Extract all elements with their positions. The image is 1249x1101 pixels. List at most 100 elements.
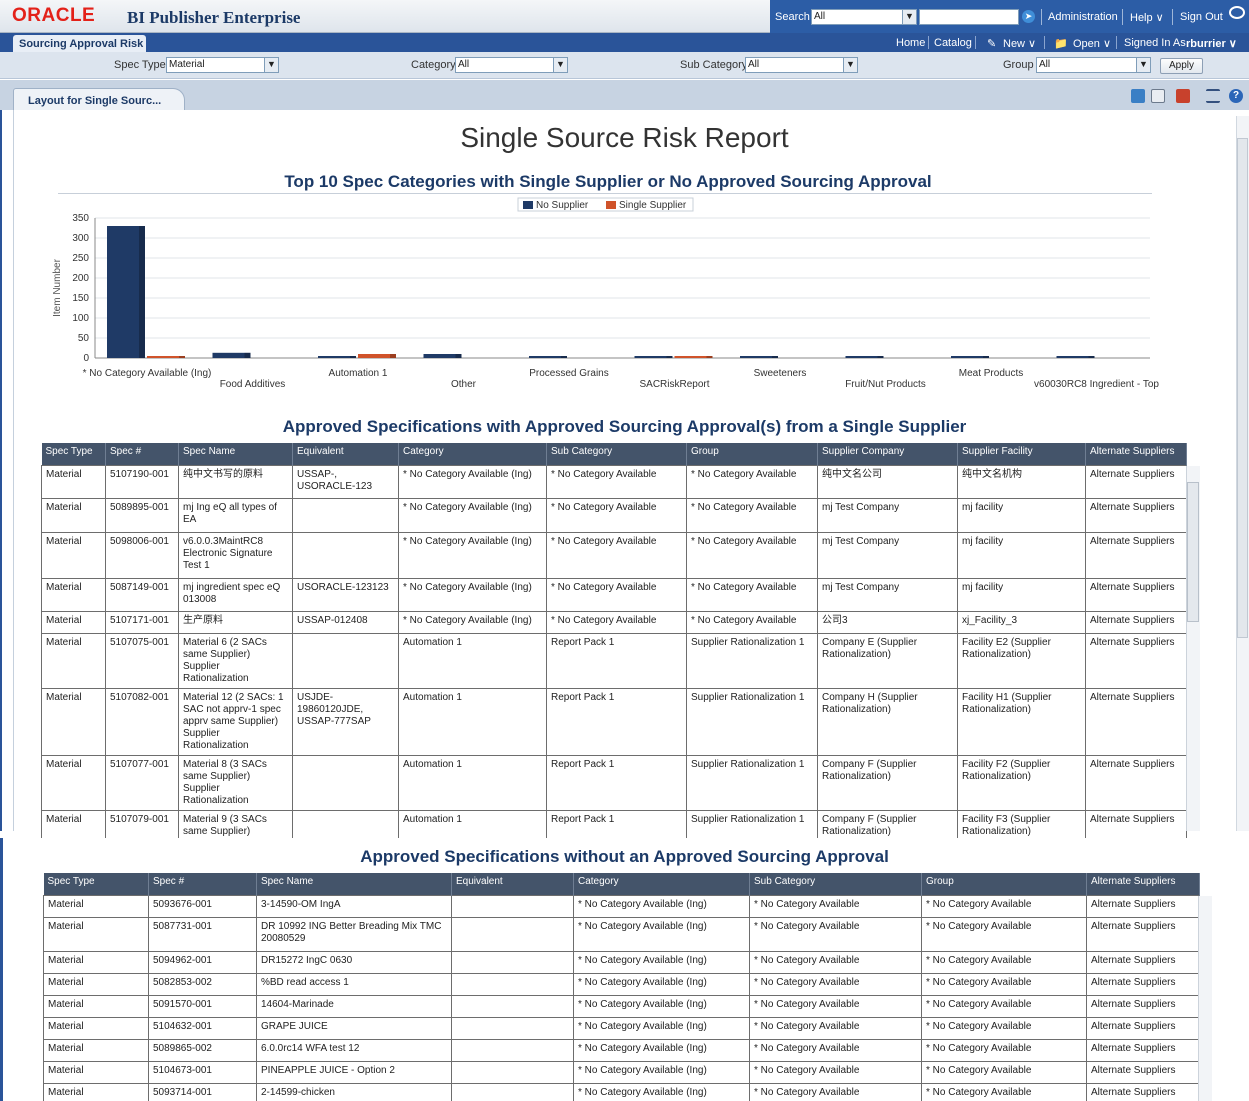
viewer-border [0, 838, 3, 1101]
column-header[interactable]: Alternate Suppliers [1085, 443, 1187, 465]
alternate-suppliers-link[interactable]: Alternate Suppliers [1086, 950, 1200, 974]
help-icon[interactable]: ? [1229, 89, 1243, 103]
apply-button[interactable]: Apply [1160, 58, 1203, 74]
view-icon[interactable] [1151, 89, 1165, 103]
column-header[interactable]: Sub Category [546, 443, 687, 465]
search-go-icon[interactable]: ➤ [1022, 10, 1035, 23]
sub-category-label: Sub Category [680, 59, 748, 71]
table-cell: 5091570-001 [148, 994, 257, 1018]
column-header[interactable]: Alternate Suppliers [1086, 873, 1200, 895]
column-header[interactable]: Supplier Facility [957, 443, 1086, 465]
catalog-link[interactable]: Catalog [934, 37, 972, 49]
alternate-suppliers-link[interactable]: Alternate Suppliers [1086, 1016, 1200, 1040]
table-row: Material 5091570-001 14604-Marinade * No Ca… [43, 994, 1200, 1018]
alternate-suppliers-link[interactable]: Alternate Suppliers [1086, 1082, 1200, 1101]
column-header[interactable]: Category [398, 443, 547, 465]
table-cell: * No Category Available [921, 1060, 1087, 1084]
table-cell: * No Category Available (Ing) [398, 577, 547, 612]
alternate-suppliers-link[interactable]: Alternate Suppliers [1086, 1038, 1200, 1062]
search-scope-select[interactable]: All ▼ [811, 9, 917, 25]
sign-out-icon[interactable] [1229, 6, 1245, 19]
column-header[interactable]: Group [686, 443, 818, 465]
table-cell: 5107075-001 [105, 632, 179, 689]
table-cell: 5104673-001 [148, 1060, 257, 1084]
table-cell: mj Ing eQ all types of EA [178, 497, 293, 533]
table-cell: * No Category Available [546, 610, 687, 634]
refresh-icon[interactable] [1131, 89, 1145, 103]
page-scrollbar-thumb[interactable] [1237, 138, 1248, 638]
x-tick-label: Sweeteners [754, 368, 807, 379]
column-header[interactable]: Equivalent [292, 443, 399, 465]
column-header[interactable]: Category [573, 873, 750, 895]
column-header[interactable]: Spec Name [256, 873, 452, 895]
alternate-suppliers-link[interactable]: Alternate Suppliers [1085, 610, 1187, 634]
table-cell [451, 1038, 574, 1062]
table-row: Material 5089865-002 6.0.0rc14 WFA test 12… [43, 1038, 1200, 1062]
column-header[interactable]: Spec # [148, 873, 257, 895]
alternate-suppliers-link[interactable]: Alternate Suppliers [1085, 464, 1187, 499]
signed-in-label: Signed In As [1124, 37, 1186, 49]
column-header[interactable]: Spec # [105, 443, 179, 465]
table-cell: 3-14590-OM IngA [256, 894, 452, 918]
alternate-suppliers-link[interactable]: Alternate Suppliers [1086, 1060, 1200, 1084]
table-cell: * No Category Available (Ing) [398, 497, 547, 533]
alternate-suppliers-link[interactable]: Alternate Suppliers [1085, 687, 1187, 756]
actions-menu-icon[interactable] [1206, 89, 1220, 103]
table-cell: * No Category Available [749, 994, 922, 1018]
table-cell: Report Pack 1 [546, 632, 687, 689]
table-cell: * No Category Available [921, 894, 1087, 918]
x-tick-label: Other [451, 379, 477, 390]
administration-link[interactable]: Administration [1048, 11, 1118, 23]
alternate-suppliers-link[interactable]: Alternate Suppliers [1085, 754, 1187, 811]
table-cell: mj Test Company [817, 497, 958, 533]
viewer-border [0, 110, 2, 831]
table-cell: 5107077-001 [105, 754, 179, 811]
column-header[interactable]: Spec Type [43, 873, 149, 895]
table-cell: %BD read access 1 [256, 972, 452, 996]
tab-sourcing-approval-risk[interactable]: Sourcing Approval Risk [13, 35, 146, 52]
table-cell: Material [41, 687, 106, 756]
column-header[interactable]: Sub Category [749, 873, 922, 895]
new-menu[interactable]: New ∨ [1003, 37, 1036, 50]
search-scope-value: All [814, 11, 826, 22]
column-header[interactable]: Group [921, 873, 1087, 895]
column-header[interactable]: Spec Type [41, 443, 106, 465]
table-cell: mj facility [957, 531, 1086, 579]
column-header[interactable]: Supplier Company [817, 443, 958, 465]
group-label: Group [1003, 59, 1034, 71]
column-header[interactable]: Spec Name [178, 443, 293, 465]
table-cell: 5104632-001 [148, 1016, 257, 1040]
tab-layout-single-source[interactable]: Layout for Single Sourc... [13, 88, 185, 110]
bar-shading [772, 356, 778, 358]
table1-scrollbar-thumb[interactable] [1187, 482, 1199, 622]
alternate-suppliers-link[interactable]: Alternate Suppliers [1086, 994, 1200, 1018]
alternate-suppliers-link[interactable]: Alternate Suppliers [1086, 894, 1200, 918]
user-menu[interactable]: rburrier ∨ [1186, 37, 1237, 50]
alternate-suppliers-link[interactable]: Alternate Suppliers [1085, 577, 1187, 612]
alternate-suppliers-link[interactable]: Alternate Suppliers [1086, 972, 1200, 996]
table2-scrollbar[interactable] [1198, 896, 1212, 1101]
y-tick-label: 0 [83, 353, 89, 364]
alternate-suppliers-link[interactable]: Alternate Suppliers [1086, 916, 1200, 952]
alternate-suppliers-link[interactable]: Alternate Suppliers [1085, 632, 1187, 689]
alternate-suppliers-link[interactable]: Alternate Suppliers [1085, 531, 1187, 579]
product-name: BI Publisher Enterprise [127, 8, 301, 27]
sub-category-select[interactable]: All ▼ [745, 57, 858, 73]
export-icon[interactable] [1176, 89, 1190, 103]
table-cell: Material [43, 916, 149, 952]
category-select[interactable]: All ▼ [455, 57, 568, 73]
spec-type-select[interactable]: Material ▼ [166, 57, 279, 73]
sign-out-link[interactable]: Sign Out [1180, 11, 1223, 23]
column-header[interactable]: Equivalent [451, 873, 574, 895]
help-menu[interactable]: Help ∨ [1130, 11, 1164, 24]
alternate-suppliers-link[interactable]: Alternate Suppliers [1085, 497, 1187, 533]
home-link[interactable]: Home [896, 37, 925, 49]
y-tick-label: 300 [72, 233, 89, 244]
table-cell: Material [41, 754, 106, 811]
table-cell: * No Category Available (Ing) [573, 916, 750, 952]
table-cell: 5089865-002 [148, 1038, 257, 1062]
y-tick-label: 200 [72, 273, 89, 284]
search-input[interactable] [919, 9, 1019, 25]
group-select[interactable]: All ▼ [1036, 57, 1151, 73]
open-menu[interactable]: Open ∨ [1073, 37, 1111, 50]
